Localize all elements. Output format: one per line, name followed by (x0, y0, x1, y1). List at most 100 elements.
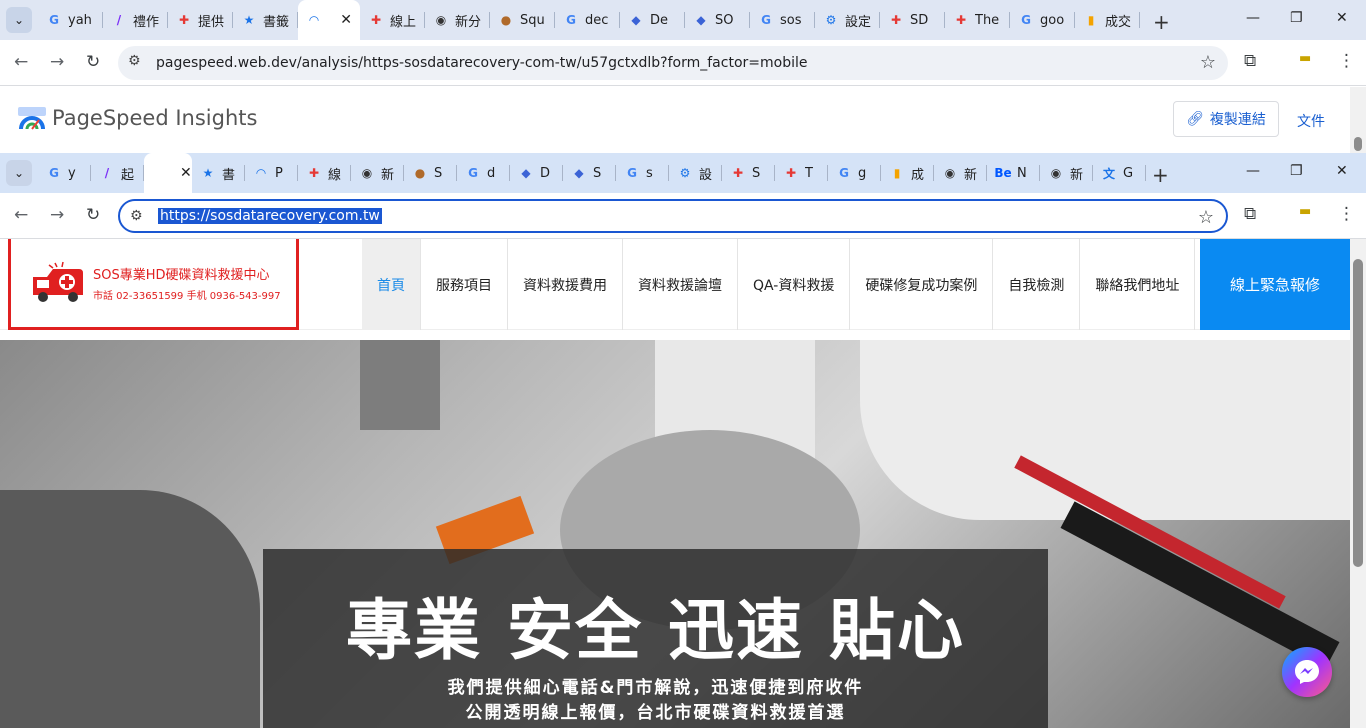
inner-scrollbar[interactable] (1350, 239, 1366, 728)
inner-back-icon[interactable]: ← (14, 205, 28, 225)
inner-tab[interactable]: ⚙ 設 (669, 153, 722, 193)
outer-tab[interactable]: ▮ 成交 (1075, 0, 1140, 40)
tab-title: 設定 (845, 14, 872, 30)
inner-tab[interactable]: / 起 (91, 153, 144, 193)
tab-title: S (593, 165, 602, 181)
inner-tab[interactable]: ◉ 新 (934, 153, 987, 193)
bookmark-star-icon[interactable]: ☆ (1200, 52, 1216, 73)
inner-tab[interactable]: ▮ 成 (881, 153, 934, 193)
tab-favicon-icon: ▮ (1087, 13, 1095, 27)
tab-close-icon[interactable]: ✕ (340, 12, 352, 28)
inner-tab[interactable]: ◆ S (563, 153, 616, 193)
outer-tab[interactable]: ● Squ (490, 0, 555, 40)
reload-icon[interactable]: ↻ (86, 52, 100, 72)
inner-tab[interactable]: ✚ S (722, 153, 775, 193)
forward-icon[interactable]: → (50, 52, 64, 72)
inner-tab[interactable]: Be N (987, 153, 1040, 193)
inner-tab-search-chevron-icon[interactable]: ⌄ (6, 160, 32, 186)
outer-tab[interactable]: ◆ De (620, 0, 685, 40)
outer-tab[interactable]: Gyah (38, 0, 103, 40)
menu-home[interactable]: 首頁 (362, 239, 421, 330)
inner-tab[interactable]: 文G (1093, 153, 1146, 193)
docs-link[interactable]: 文件 (1297, 111, 1325, 131)
messenger-chat-button[interactable] (1282, 647, 1332, 697)
tab-favicon-icon: ★ (202, 166, 214, 180)
inner-address-bar[interactable]: ⚙ https://sosdatarecovery.com.tw ☆ (118, 199, 1228, 233)
restore-icon[interactable]: ❐ (1290, 10, 1303, 26)
messenger-icon (1295, 660, 1319, 684)
inner-forward-icon[interactable]: → (50, 205, 64, 225)
inner-url-text[interactable]: https://sosdatarecovery.com.tw (158, 208, 382, 224)
outer-tab[interactable]: ✚ The (945, 0, 1010, 40)
inner-tab[interactable]: Gs (616, 153, 669, 193)
menu-kebab-icon[interactable]: ⋮ (1338, 51, 1355, 71)
outer-tab[interactable]: Gsos (750, 0, 815, 40)
hero-banner: 專業 安全 迅速 貼心 我們提供細心電話&門市解說，迅速便捷到府收件 公開透明線… (0, 340, 1350, 728)
outer-tab[interactable]: ◠ ✕ (298, 0, 360, 40)
inner-restore-icon[interactable]: ❐ (1290, 163, 1303, 179)
inner-tab[interactable]: Gg (828, 153, 881, 193)
inner-reload-icon[interactable]: ↻ (86, 205, 100, 225)
hero-text-panel: 專業 安全 迅速 貼心 我們提供細心電話&門市解說，迅速便捷到府收件 公開透明線… (263, 549, 1048, 728)
site-logo[interactable]: SOS專業HD硬碟資料救援中心 市話 02-33651599 手机 0936-5… (8, 239, 299, 330)
menu-forum[interactable]: 資料救援論壇 (623, 239, 738, 330)
close-window-icon[interactable]: ✕ (1336, 10, 1348, 26)
tab-favicon-icon: G (627, 166, 637, 180)
outer-tab[interactable]: ◆ SO (685, 0, 750, 40)
back-icon[interactable]: ← (14, 52, 28, 72)
tab-title: N (1017, 165, 1027, 181)
inner-tab[interactable]: Gy (38, 153, 91, 193)
emergency-repair-button[interactable]: 線上緊急報修 (1200, 239, 1350, 330)
menu-services[interactable]: 服務項目 (421, 239, 508, 330)
outer-tab[interactable]: / 禮作 (103, 0, 168, 40)
menu-pricing[interactable]: 資料救援費用 (508, 239, 623, 330)
inner-tab[interactable]: ● S (404, 153, 457, 193)
inner-tab[interactable]: ✚ 線 (298, 153, 351, 193)
minimize-icon[interactable]: — (1246, 10, 1260, 26)
inner-minimize-icon[interactable]: — (1246, 163, 1260, 179)
outer-tab[interactable]: ◉ 新分 (425, 0, 490, 40)
inner-tab[interactable]: ◠ P (245, 153, 298, 193)
inner-new-tab-button[interactable]: + (1152, 163, 1169, 187)
inner-tab[interactable]: ◉ 新 (351, 153, 404, 193)
hero-photo-bracket (360, 340, 440, 430)
new-tab-button[interactable]: + (1153, 10, 1170, 34)
outer-tab[interactable]: ✚ 線上 (360, 0, 425, 40)
outer-tab[interactable]: ✚ SD (880, 0, 945, 40)
inner-extensions-icon[interactable]: ⧉ (1244, 204, 1256, 224)
inner-wallet-icon[interactable]: ▬ (1299, 204, 1311, 219)
tab-title: goo (1040, 12, 1065, 28)
inner-site-info-icon[interactable]: ⚙ (130, 208, 143, 224)
menu-cases[interactable]: 硬碟修复成功案例 (850, 239, 994, 330)
menu-qa[interactable]: QA-資料救援 (738, 239, 851, 330)
inner-close-window-icon[interactable]: ✕ (1336, 163, 1348, 179)
inner-tab[interactable]: 提✕ (144, 153, 192, 193)
tab-favicon-icon: ◉ (361, 166, 373, 180)
tab-title: 書籤 (263, 14, 290, 30)
outer-tab[interactable]: Ggoo (1010, 0, 1075, 40)
inner-tab[interactable]: ✚ T (775, 153, 828, 193)
menu-contact[interactable]: 聯絡我們地址 (1080, 239, 1196, 330)
outer-tab[interactable]: ⚙ 設定 (815, 0, 880, 40)
inner-menu-kebab-icon[interactable]: ⋮ (1338, 204, 1355, 224)
menu-self-test[interactable]: 自我檢測 (993, 239, 1081, 330)
extensions-icon[interactable]: ⧉ (1244, 51, 1256, 71)
inner-tab[interactable]: ◉ 新 (1040, 153, 1093, 193)
tab-favicon-icon: / (116, 13, 122, 27)
outer-tab[interactable]: ✚ 提供 (168, 0, 233, 40)
tab-search-chevron-icon[interactable]: ⌄ (6, 7, 32, 33)
tab-title: 新分 (455, 14, 482, 30)
wallet-icon[interactable]: ▬ (1299, 51, 1311, 66)
tab-title: 成 (911, 167, 925, 183)
outer-tab[interactable]: Gdec (555, 0, 620, 40)
inner-bookmark-star-icon[interactable]: ☆ (1198, 207, 1214, 228)
inner-tab[interactable]: ★ 書 (192, 153, 245, 193)
copy-link-button[interactable]: 🔗︎ 複製連結 (1173, 101, 1279, 137)
outer-tab[interactable]: ★ 書籤 (233, 0, 298, 40)
site-info-icon[interactable]: ⚙ (128, 53, 141, 69)
inner-tab[interactable]: ◆ D (510, 153, 563, 193)
tab-title: 起 (121, 167, 135, 183)
tab-close-icon[interactable]: ✕ (180, 165, 192, 181)
inner-tab[interactable]: Gd (457, 153, 510, 193)
outer-address-bar[interactable]: ⚙ pagespeed.web.dev/analysis/https-sosda… (118, 46, 1228, 80)
